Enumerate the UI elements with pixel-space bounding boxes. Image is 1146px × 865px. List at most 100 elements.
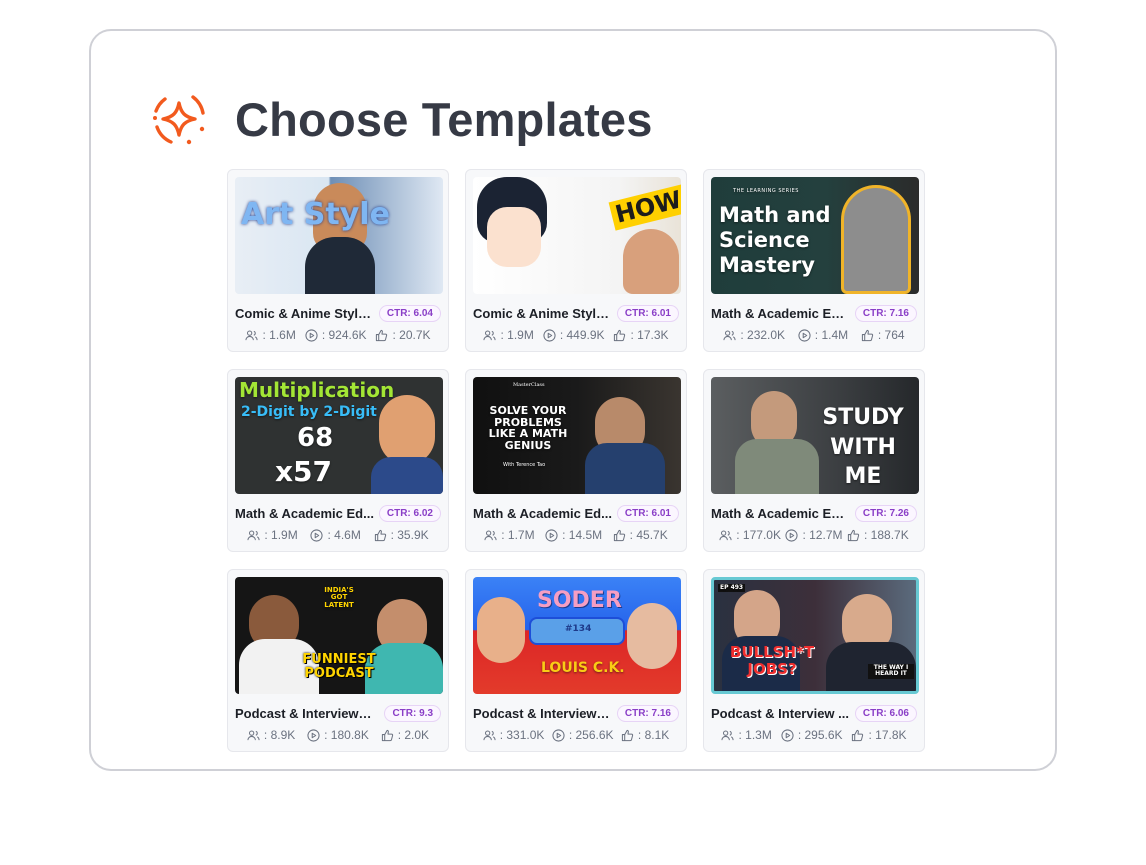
subscriber-count: : 177.0K <box>719 528 781 542</box>
play-icon <box>785 528 799 542</box>
users-icon <box>723 330 736 340</box>
thumbnail: INDIA'S GOT LATENT FUNNIEST PODCAST <box>235 577 443 694</box>
thumbs-up-icon <box>613 529 625 541</box>
thumbnail-text: BULLSH*T JOBS? <box>729 643 815 679</box>
templates-panel: Choose Templates Art Style Comic & Anime… <box>89 29 1057 771</box>
template-title: Podcast & Interview #2 <box>473 705 613 721</box>
thumbnail-subtext: INDIA'S GOT LATENT <box>324 586 354 609</box>
thumbs-up-icon <box>847 529 860 541</box>
thumbnail: THE LEARNING SERIES Math and Science Mas… <box>711 177 919 294</box>
like-count: : 17.8K <box>851 728 907 742</box>
play-icon <box>781 728 794 742</box>
play-icon <box>310 528 324 542</box>
thumbnail-text: SOLVE YOUR PROBLEMS LIKE A MATH GENIUS <box>488 404 568 452</box>
users-icon <box>247 730 260 740</box>
template-title: Comic & Anime Style ... <box>235 305 375 321</box>
subscriber-count: : 1.9M <box>247 528 298 542</box>
play-icon <box>543 328 556 342</box>
thumbnail-text: Math and Science Mastery <box>719 203 831 277</box>
thumbnail: Multiplication 2-Digit by 2-Digit 68 x57 <box>235 377 443 494</box>
like-count: : 188.7K <box>847 528 909 542</box>
thumbs-up-icon <box>374 529 386 541</box>
users-icon <box>719 530 732 540</box>
subscriber-count: : 1.9M <box>483 328 534 342</box>
template-card[interactable]: Multiplication 2-Digit by 2-Digit 68 x57… <box>227 369 449 552</box>
template-grid: Art Style Comic & Anime Style ... CTR: 6… <box>227 169 925 752</box>
ctr-badge: CTR: 7.16 <box>854 304 917 322</box>
subscriber-count: : 1.6M <box>245 328 296 342</box>
template-card[interactable]: MasterClass SOLVE YOUR PROBLEMS LIKE A M… <box>465 369 687 552</box>
play-icon <box>552 728 565 742</box>
ctr-badge: CTR: 6.04 <box>378 304 441 322</box>
template-card[interactable]: INDIA'S GOT LATENT FUNNIEST PODCAST Podc… <box>227 569 449 752</box>
thumbs-up-icon <box>381 729 393 741</box>
template-title: Math & Academic Edu... <box>711 305 851 321</box>
ctr-badge: CTR: 7.16 <box>616 704 679 722</box>
subscriber-count: : 1.7M <box>484 528 535 542</box>
like-count: : 17.3K <box>613 328 669 342</box>
thumbnail: Art Style <box>235 177 443 294</box>
view-count: : 14.5M <box>545 528 602 542</box>
thumbnail-text: SODER <box>537 588 622 613</box>
thumbnail-subtext: 2-Digit by 2-Digit <box>241 404 377 420</box>
subscriber-count: : 331.0K <box>483 728 544 742</box>
thumbnail-subtext: With Terence Tao <box>503 462 546 468</box>
view-count: : 924.6K <box>305 328 367 342</box>
template-title: Math & Academic Ed... <box>235 505 374 521</box>
view-count: : 12.7M <box>785 528 843 542</box>
ctr-badge: CTR: 6.02 <box>378 504 441 522</box>
like-count: : 45.7K <box>613 528 668 542</box>
like-count: : 764 <box>861 328 905 342</box>
view-count: : 180.8K <box>307 728 369 742</box>
template-card[interactable]: HOW Comic & Anime Style ... CTR: 6.01 : … <box>465 169 687 352</box>
thumbnail: EP 493 BULLSH*T JOBS? THE WAY I HEARD IT <box>711 577 919 694</box>
thumbnail: STUDY WITH ME <box>711 377 919 494</box>
template-card[interactable]: STUDY WITH ME Math & Academic Edu... CTR… <box>703 369 925 552</box>
thumbnail: HOW <box>473 177 681 294</box>
template-card[interactable]: THE LEARNING SERIES Math and Science Mas… <box>703 169 925 352</box>
thumbs-up-icon <box>614 329 626 341</box>
thumbnail-text: STUDY WITH ME <box>822 405 904 490</box>
thumbs-up-icon <box>376 329 388 341</box>
thumbnail-text: Art Style <box>241 197 390 232</box>
thumbnail-text: Multiplication <box>239 378 395 402</box>
like-count: : 8.1K <box>621 728 669 742</box>
page-title: Choose Templates <box>235 92 653 146</box>
thumbnail-subtext: #134 <box>565 624 592 634</box>
thumbnail-subtext: THE LEARNING SERIES <box>733 188 799 194</box>
play-icon <box>307 728 320 742</box>
template-title: Comic & Anime Style ... <box>473 305 613 321</box>
play-icon <box>545 528 558 542</box>
ctr-badge: CTR: 6.06 <box>854 704 917 722</box>
like-count: : 35.9K <box>374 528 429 542</box>
thumbnail: SODER #134 LOUIS C.K. <box>473 577 681 694</box>
thumbs-up-icon <box>852 729 864 741</box>
users-icon <box>483 330 497 340</box>
view-count: : 4.6M <box>310 528 361 542</box>
play-icon <box>798 328 811 342</box>
thumbnail-number-1: 68 <box>297 423 334 453</box>
view-count: : 449.9K <box>543 328 605 342</box>
view-count: : 256.6K <box>552 728 614 742</box>
template-title: Math & Academic Ed... <box>473 505 612 521</box>
subscriber-count: : 1.3M <box>721 728 772 742</box>
thumbnail: MasterClass SOLVE YOUR PROBLEMS LIKE A M… <box>473 377 681 494</box>
thumbnail-text: FUNNIEST PODCAST <box>302 652 376 681</box>
users-icon <box>247 530 260 540</box>
template-card[interactable]: Art Style Comic & Anime Style ... CTR: 6… <box>227 169 449 352</box>
template-card[interactable]: EP 493 BULLSH*T JOBS? THE WAY I HEARD IT… <box>703 569 925 752</box>
thumbnail-number-2: x57 <box>275 455 333 488</box>
thumbnail-text: HOW <box>608 184 681 231</box>
sparkle-icon <box>153 95 205 145</box>
ctr-badge: CTR: 6.01 <box>616 304 679 322</box>
users-icon <box>483 730 496 740</box>
thumbnail-brand: MasterClass <box>513 382 545 388</box>
like-count: : 20.7K <box>375 328 431 342</box>
ctr-badge: CTR: 6.01 <box>616 504 679 522</box>
thumbs-up-icon <box>861 329 874 341</box>
ctr-badge: CTR: 9.3 <box>384 704 441 722</box>
thumbnail-caption: THE WAY I HEARD IT <box>868 664 914 679</box>
panel-header: Choose Templates <box>149 89 653 149</box>
template-card[interactable]: SODER #134 LOUIS C.K. Podcast & Intervie… <box>465 569 687 752</box>
users-icon <box>721 730 735 740</box>
